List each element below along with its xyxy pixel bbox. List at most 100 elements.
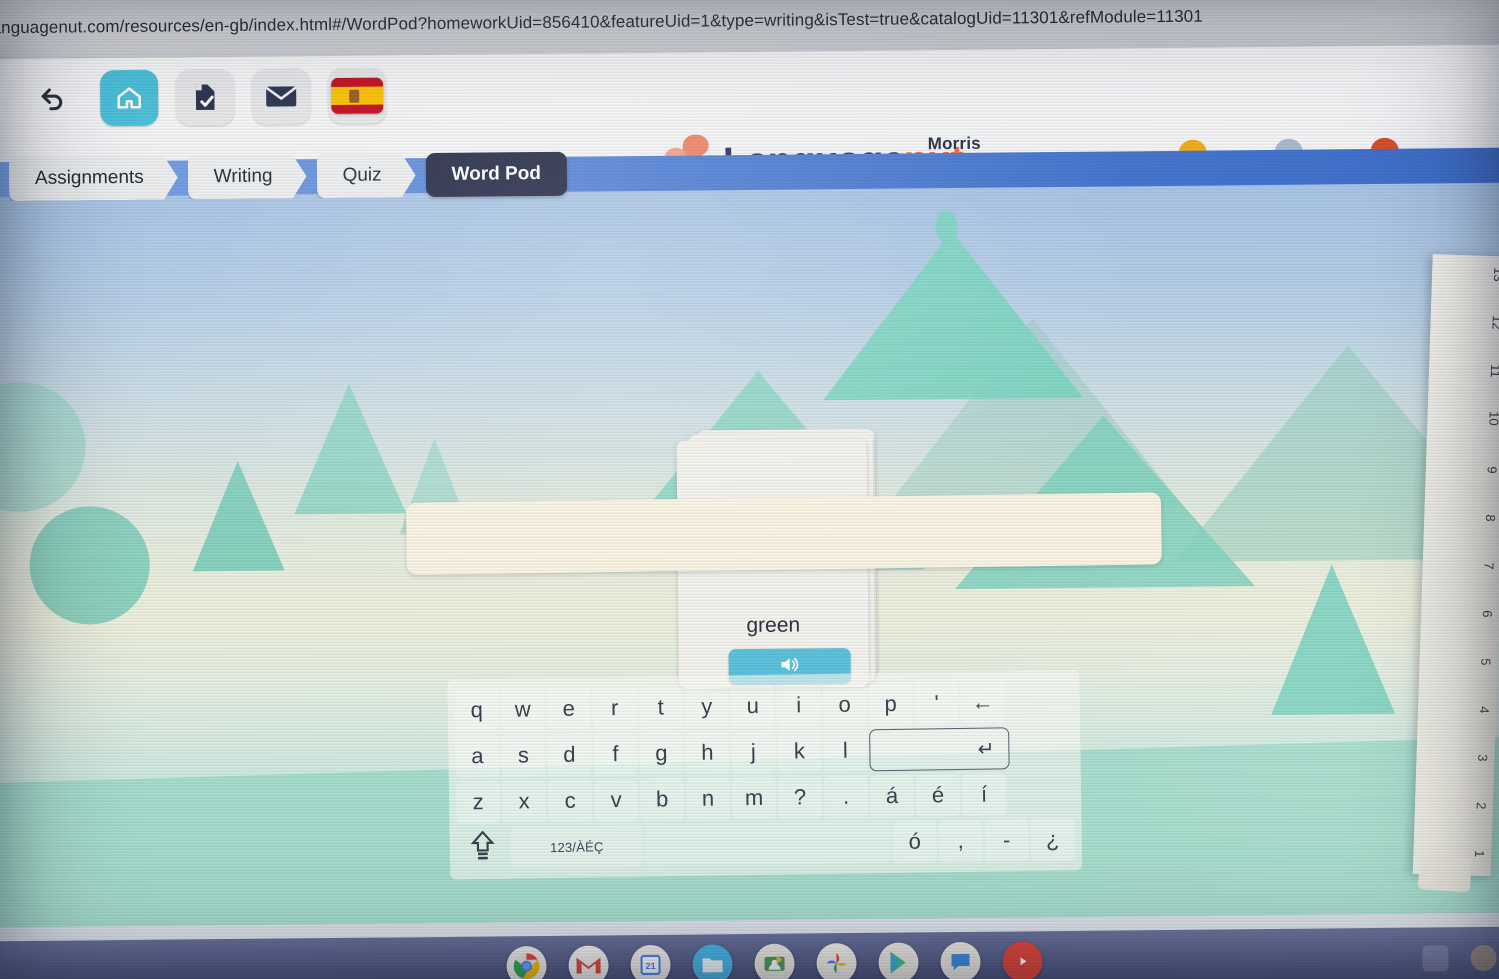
key-p[interactable]: p <box>868 682 914 726</box>
shelf-status-area[interactable] <box>1422 944 1497 972</box>
ruler-tick-8: 8 <box>1482 514 1498 522</box>
key-symbols-mode[interactable]: 123/ÀÉÇ <box>510 824 644 869</box>
ruler-tick-3: 3 <box>1474 753 1491 762</box>
key-o[interactable]: o <box>822 683 868 727</box>
key-period[interactable]: . <box>823 775 869 818</box>
ruler-tick-6: 6 <box>1479 610 1495 618</box>
ruler-tick-1: 1 <box>1471 849 1488 858</box>
key-e-acute[interactable]: é <box>915 773 961 817</box>
key-enter[interactable]: ↵ <box>869 727 1010 772</box>
app-header: Languagenut Morris November World Rankin… <box>0 44 1499 200</box>
key-t[interactable]: t <box>638 686 684 729</box>
key-x[interactable]: x <box>501 780 547 823</box>
key-f[interactable]: f <box>593 732 638 776</box>
header-toolbar <box>24 67 387 127</box>
tree-round-2 <box>0 381 87 513</box>
language-button[interactable] <box>327 67 387 125</box>
shift-arrow-icon <box>470 830 497 866</box>
chromeos-shelf: 21 <box>0 926 1499 979</box>
key-n[interactable]: n <box>685 777 731 821</box>
calendar-icon[interactable]: 21 <box>630 944 671 979</box>
tree-conifer-1 <box>292 383 407 515</box>
tab-word-pod-label: Word Pod <box>451 162 542 185</box>
chat-icon[interactable] <box>940 941 981 979</box>
tab-assignments-label: Assignments <box>34 166 144 189</box>
classroom-icon[interactable] <box>754 943 795 979</box>
svg-text:21: 21 <box>646 961 656 971</box>
gmail-icon[interactable] <box>568 945 609 979</box>
document-check-icon <box>191 82 219 112</box>
key-y[interactable]: y <box>684 685 730 729</box>
answer-input-wrapper[interactable] <box>405 492 1162 575</box>
shelf-icons: 21 <box>506 941 1043 979</box>
key-e[interactable]: e <box>546 687 592 731</box>
ruler-tick-11: 11 <box>1487 363 1499 378</box>
back-button[interactable] <box>24 70 83 127</box>
ruler-tick-10: 10 <box>1485 410 1499 426</box>
key-d[interactable]: d <box>547 733 592 777</box>
assignments-button[interactable] <box>175 68 235 126</box>
tab-writing-label: Writing <box>213 165 273 188</box>
key-r[interactable]: r <box>592 686 638 730</box>
key-i[interactable]: i <box>776 684 822 727</box>
play-store-icon[interactable] <box>878 942 919 979</box>
home-icon <box>114 84 144 112</box>
chrome-icon[interactable] <box>506 945 547 979</box>
key-a[interactable]: a <box>455 734 500 778</box>
on-screen-keyboard[interactable]: q w e r t y u i o p ' ← a s d f g h j k … <box>447 670 1083 880</box>
key-backspace[interactable]: ← <box>960 681 1005 724</box>
key-m[interactable]: m <box>731 776 777 820</box>
ruler-tick-2: 2 <box>1473 801 1489 810</box>
key-apostrophe[interactable]: ' <box>914 681 960 725</box>
key-c[interactable]: c <box>547 779 593 823</box>
key-u[interactable]: u <box>730 684 776 728</box>
key-question[interactable]: ? <box>777 776 823 819</box>
answer-input[interactable] <box>405 492 1162 575</box>
photo-of-screen: anguagenut.com/resources/en-gb/index.htm… <box>0 0 1499 979</box>
tree-conifer-4 <box>1269 563 1396 716</box>
key-k[interactable]: k <box>777 730 822 773</box>
ruler-end-tab <box>1417 855 1472 893</box>
key-q[interactable]: q <box>454 688 500 732</box>
key-comma[interactable]: , <box>938 819 984 863</box>
avatar[interactable] <box>1470 944 1497 972</box>
ruler-tick-5: 5 <box>1478 658 1494 666</box>
messages-button[interactable] <box>251 68 311 125</box>
keyboard-row-4: 123/ÀÉÇ ó , - ¿ <box>455 816 1076 871</box>
key-l[interactable]: l <box>823 729 868 772</box>
envelope-icon <box>265 84 297 108</box>
home-button[interactable] <box>99 69 159 127</box>
tab-word-pod[interactable]: Word Pod <box>425 151 568 198</box>
ruler-tick-4: 4 <box>1476 705 1492 714</box>
key-inverted-question[interactable]: ¿ <box>1030 818 1076 861</box>
tab-writing[interactable]: Writing <box>188 154 307 199</box>
tab-quiz-label: Quiz <box>342 164 382 186</box>
tree-round-1 <box>29 505 151 625</box>
key-s[interactable]: s <box>501 734 546 777</box>
key-space[interactable] <box>644 821 892 867</box>
url-text: anguagenut.com/resources/en-gb/index.htm… <box>0 6 1203 38</box>
battery-status-icon[interactable] <box>1422 945 1449 972</box>
tab-quiz[interactable]: Quiz <box>316 153 415 198</box>
key-h[interactable]: h <box>685 731 730 775</box>
key-g[interactable]: g <box>639 732 684 775</box>
key-i-acute[interactable]: í <box>961 773 1007 816</box>
youtube-icon[interactable] <box>1002 941 1043 979</box>
back-arrow-icon <box>38 84 68 114</box>
key-o-acute[interactable]: ó <box>892 820 938 863</box>
tab-assignments[interactable]: Assignments <box>9 155 178 201</box>
key-w[interactable]: w <box>500 688 546 731</box>
files-icon[interactable] <box>692 944 733 979</box>
photos-icon[interactable] <box>816 942 857 979</box>
key-shift[interactable] <box>456 827 509 870</box>
key-j[interactable]: j <box>731 730 776 774</box>
key-b[interactable]: b <box>639 778 685 821</box>
key-v[interactable]: v <box>593 778 639 822</box>
mountain-cap <box>935 209 958 243</box>
tree-conifer-2 <box>191 460 285 572</box>
main-tabs: Assignments Writing Quiz Word Pod <box>9 151 568 201</box>
ruler-tick-12: 12 <box>1488 314 1499 330</box>
key-hyphen[interactable]: - <box>984 818 1030 862</box>
key-z[interactable]: z <box>455 780 501 824</box>
key-a-acute[interactable]: á <box>869 774 915 818</box>
